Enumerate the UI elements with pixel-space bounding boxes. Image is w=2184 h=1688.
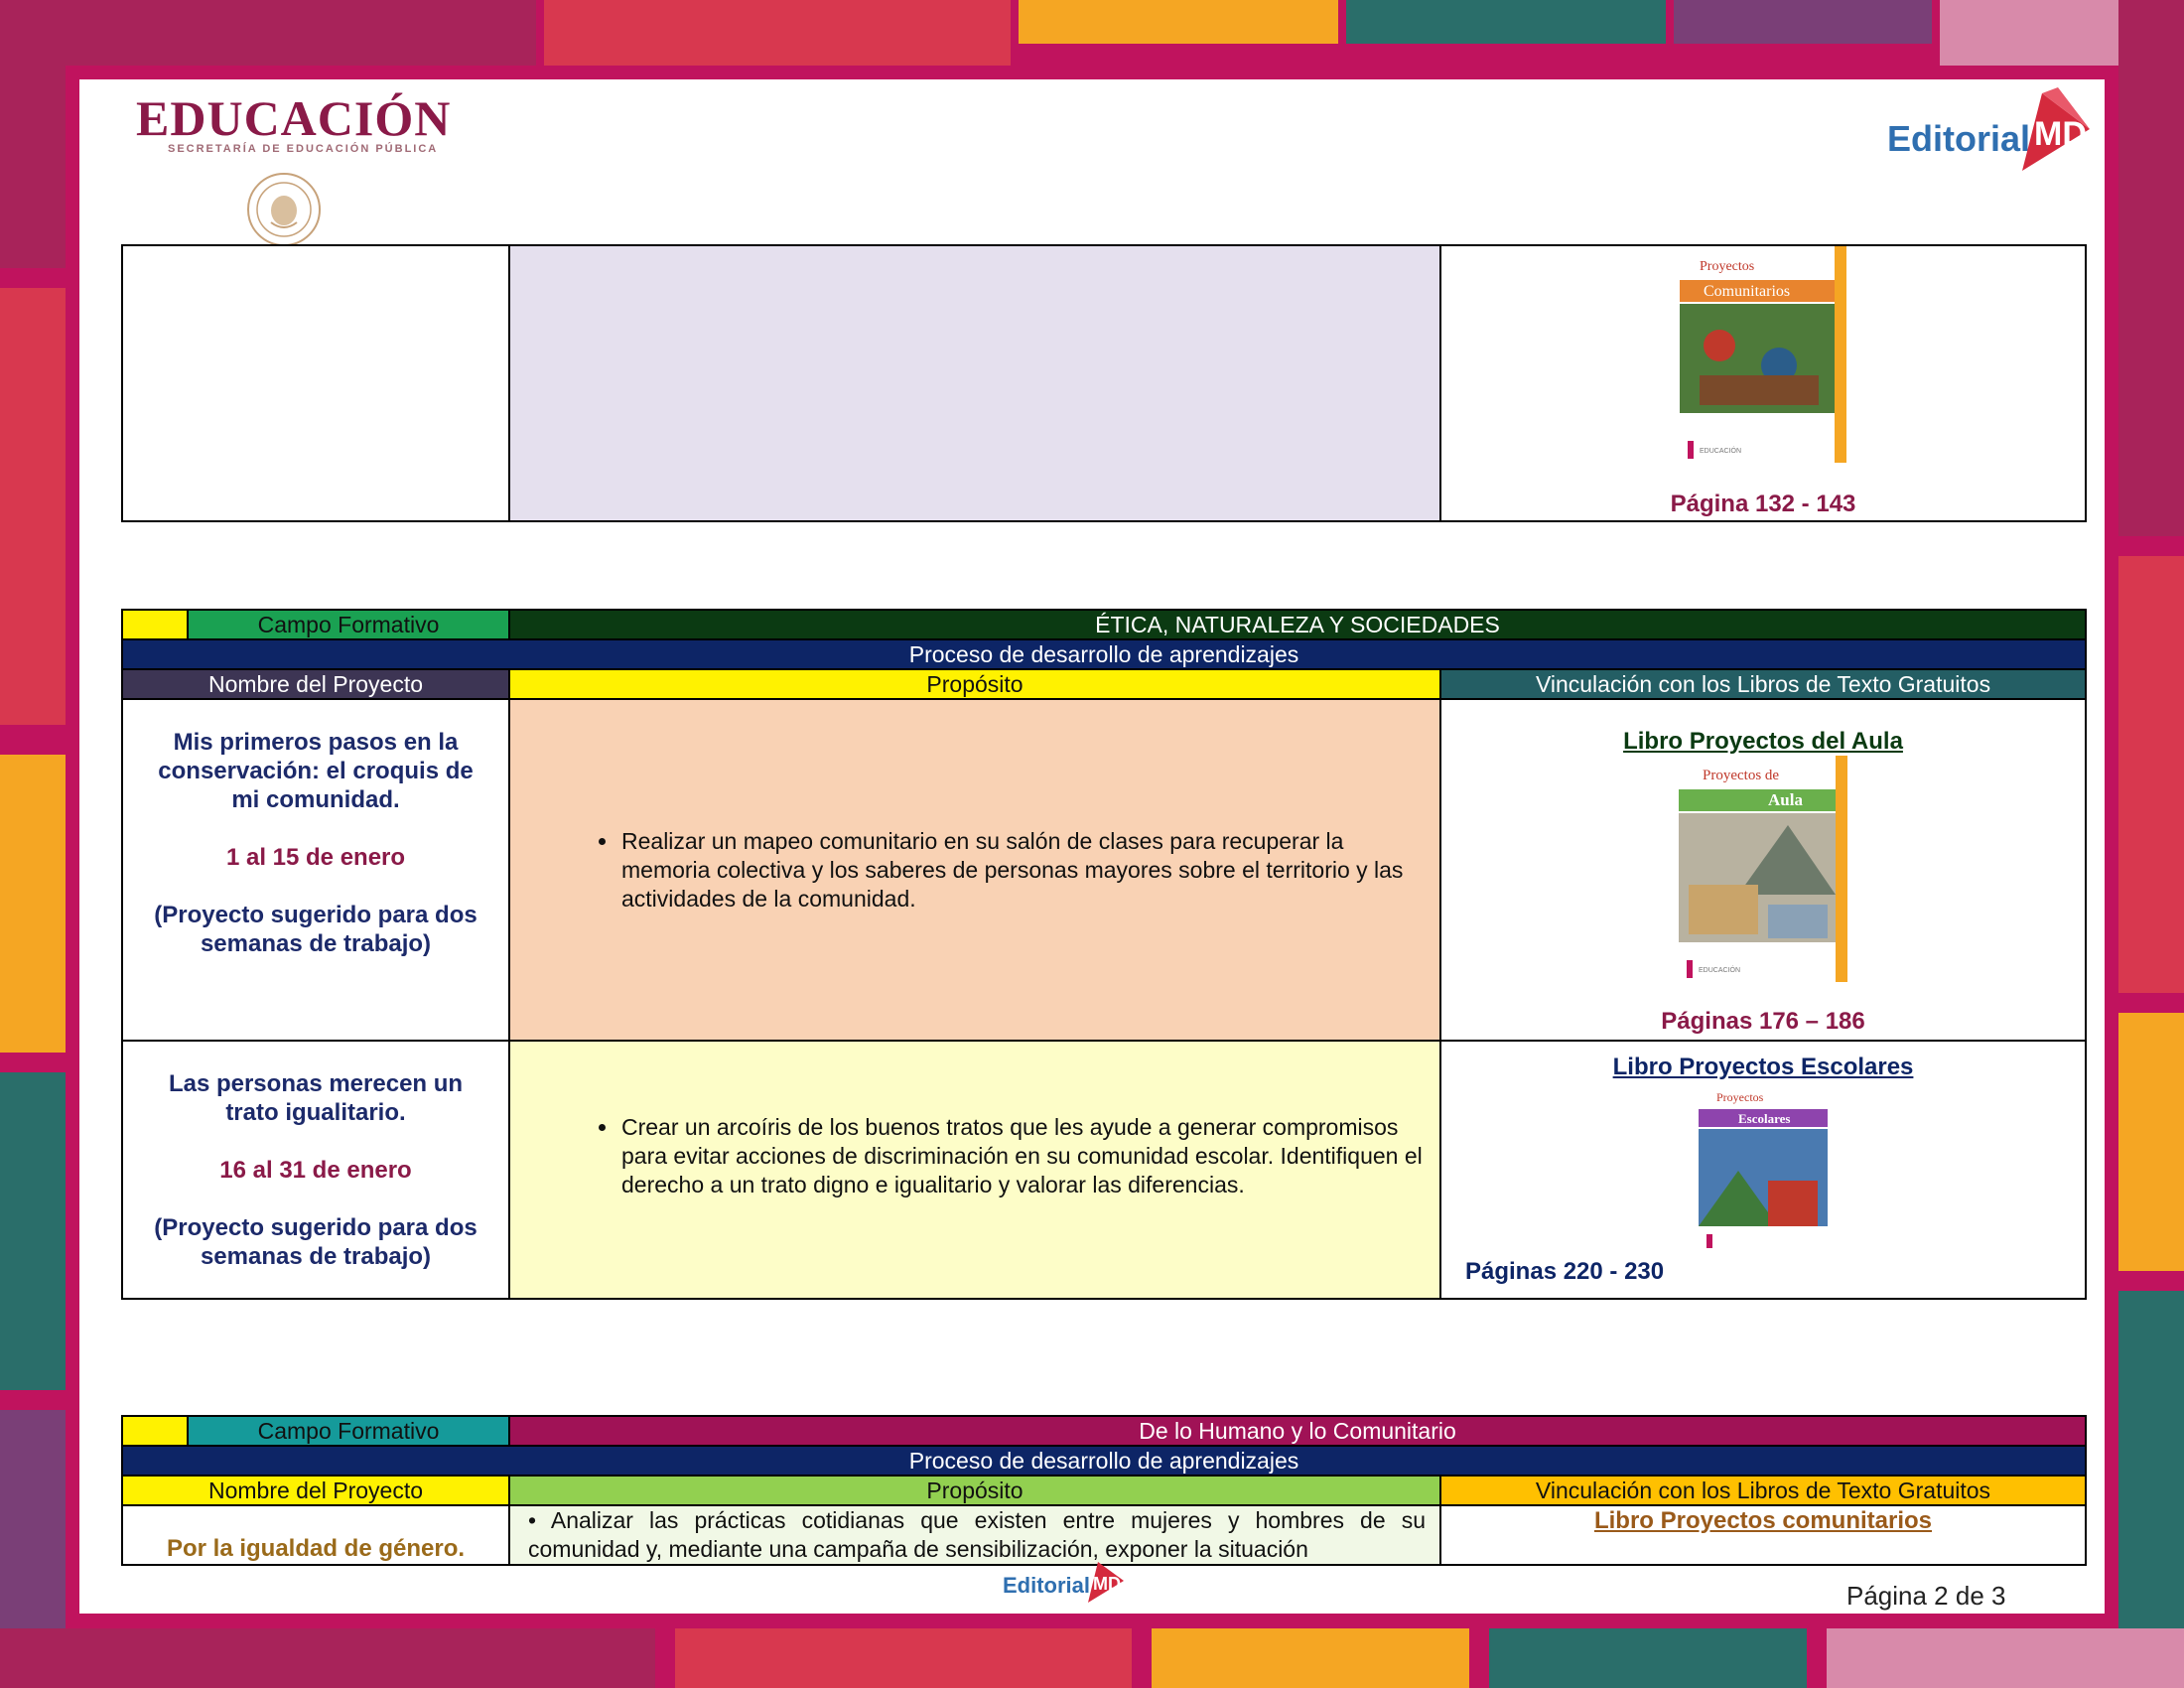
- project-name: Las personas merecen un trato igualitari…: [168, 1070, 464, 1126]
- process-header: Proceso de desarrollo de aprendizajes: [120, 638, 2088, 670]
- project-name-cell: Mis primeros pasos en la conservación: e…: [121, 698, 510, 1042]
- book-line1: Proyectos: [1700, 259, 1754, 274]
- project-name: Mis primeros pasos en la conservación: e…: [158, 729, 474, 813]
- column-header-link: Vinculación con los Libros de Texto Grat…: [1438, 668, 2088, 700]
- footer-logo-text: Editorial: [1003, 1573, 1091, 1598]
- book-link-proyectos-escolares[interactable]: Libro Proyectos Escolares: [1441, 1054, 2085, 1081]
- continuation-table: Proyectos Comunitarios EDUCACIÓN Página …: [121, 244, 2087, 522]
- purpose-cell: Realizar un mapeo comunitario en su saló…: [508, 698, 1441, 1042]
- project-dates: 1 al 15 de enero: [225, 844, 406, 871]
- page-number: Página 2 de 3: [1846, 1581, 2006, 1611]
- footer-md-mark-icon: MD: [1088, 1562, 1124, 1603]
- svg-text:EDUCACIÓN: EDUCACIÓN: [1699, 965, 1740, 974]
- column-header-link: Vinculación con los Libros de Texto Grat…: [1439, 1475, 2087, 1506]
- editorial-logo-text: Editorial: [1887, 118, 2031, 159]
- table-row: Por la igualdad de género. • Analizar la…: [121, 1504, 2087, 1566]
- project-dates: 16 al 31 de enero: [219, 1157, 412, 1184]
- table-row: Las personas merecen un trato igualitari…: [121, 1040, 2088, 1300]
- book-line1: Proyectos de: [1703, 768, 1779, 783]
- column-header-name: Nombre del Proyecto: [121, 1475, 510, 1506]
- education-logo: EDUCACIÓN SECRETARÍA DE EDUCACIÓN PÚBLIC…: [136, 89, 451, 155]
- md-mark-icon: MD: [2022, 87, 2090, 171]
- humano-comunitario-table: Campo Formativo De lo Humano y lo Comuni…: [121, 1415, 2087, 1566]
- purpose-text: Crear un arcoíris de los buenos tratos q…: [619, 1113, 1426, 1199]
- purpose-cell: Crear un arcoíris de los buenos tratos q…: [508, 1040, 1441, 1300]
- campo-marker: [121, 1415, 189, 1447]
- education-logo-text: EDUCACIÓN: [136, 90, 452, 146]
- book-link-proyectos-comunitarios[interactable]: Libro Proyectos comunitarios: [1441, 1506, 2085, 1535]
- book-line2: Comunitarios: [1704, 283, 1790, 300]
- md-mark-text: MD: [2034, 115, 2087, 153]
- page-range-label: Páginas 220 - 230: [1465, 1258, 1665, 1285]
- column-header-name: Nombre del Proyecto: [121, 668, 510, 700]
- purpose-cell: • Analizar las prácticas cotidianas que …: [508, 1504, 1441, 1566]
- purpose-cell-empty: [508, 244, 1441, 522]
- campo-formativo-label: Campo Formativo: [187, 1415, 510, 1447]
- etica-naturaleza-table: Campo Formativo ÉTICA, NATURALEZA Y SOCI…: [120, 609, 2088, 1300]
- column-header-purpose: Propósito: [508, 668, 1441, 700]
- proyectos-comunitarios-book-cover: Proyectos Comunitarios EDUCACIÓN: [1680, 246, 1846, 463]
- book-link-proyectos-aula[interactable]: Libro Proyectos del Aula: [1441, 728, 2085, 756]
- column-header-purpose: Propósito: [508, 1475, 1441, 1506]
- svg-text:EDUCACIÓN: EDUCACIÓN: [1700, 446, 1741, 455]
- project-note: (Proyecto sugerido para dos semanas de t…: [154, 902, 478, 957]
- project-name-cell: Las personas merecen un trato igualitari…: [121, 1040, 510, 1300]
- proyectos-escolares-book-cover: Proyectos Escolares: [1699, 1081, 1828, 1252]
- proyectos-aula-book-cover: Proyectos de Aula EDUCACIÓN: [1679, 756, 1847, 982]
- purpose-text: Realizar un mapeo comunitario en su saló…: [619, 827, 1426, 914]
- project-note: (Proyecto sugerido para dos semanas de t…: [154, 1214, 478, 1270]
- link-cell: Libro Proyectos comunitarios: [1439, 1504, 2087, 1566]
- project-name: Por la igualdad de género.: [166, 1535, 466, 1562]
- footer-md-mark-text: MD: [1093, 1574, 1121, 1594]
- footer-editorial-logo: Editorial MD: [1003, 1559, 1142, 1609]
- purpose-text: Analizar las prácticas cotidianas que ex…: [528, 1507, 1426, 1562]
- link-cell: Libro Proyectos Escolares Proyectos Esco…: [1438, 1040, 2088, 1300]
- book-line2: Aula: [1768, 790, 1803, 809]
- page-range-label: Páginas 176 – 186: [1661, 1008, 1865, 1035]
- table-row: Mis primeros pasos en la conservación: e…: [121, 698, 2088, 1042]
- page-range-label: Página 132 - 143: [1670, 491, 1856, 517]
- campo-formativo-name: ÉTICA, NATURALEZA Y SOCIEDADES: [507, 609, 2088, 640]
- link-cell: Libro Proyectos del Aula Proyectos de Au…: [1438, 698, 2088, 1042]
- education-logo-subtitle: SECRETARÍA DE EDUCACIÓN PÚBLICA: [168, 143, 439, 155]
- link-cell: Proyectos Comunitarios EDUCACIÓN Página …: [1439, 244, 2087, 522]
- project-name-cell: Por la igualdad de género.: [121, 1504, 510, 1566]
- campo-formativo-name: De lo Humano y lo Comunitario: [508, 1415, 2087, 1447]
- book-line1: Proyectos: [1716, 1090, 1764, 1104]
- name-cell-empty: [121, 244, 510, 522]
- campo-marker: [121, 609, 189, 640]
- book-line2: Escolares: [1738, 1111, 1790, 1126]
- document-page: EDUCACIÓN SECRETARÍA DE EDUCACIÓN PÚBLIC…: [79, 79, 2105, 1614]
- campo-formativo-label: Campo Formativo: [187, 609, 510, 640]
- national-seal-icon: [247, 173, 321, 246]
- process-header: Proceso de desarrollo de aprendizajes: [121, 1445, 2087, 1477]
- editorial-md-logo: Editorial MD: [1887, 85, 2098, 177]
